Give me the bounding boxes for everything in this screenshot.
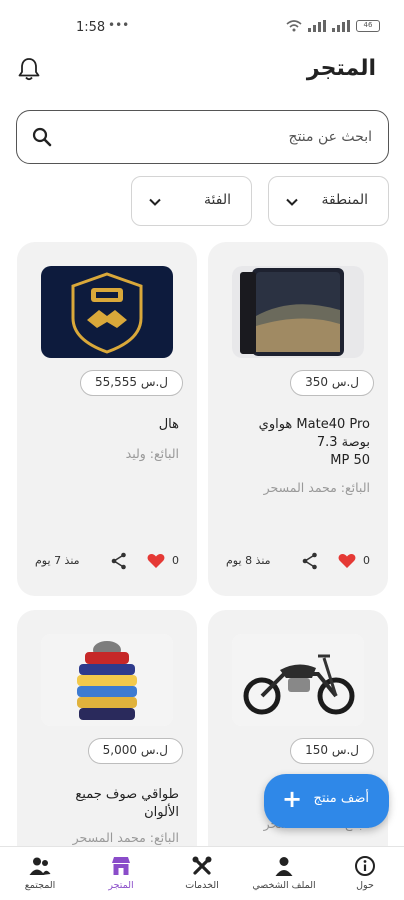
signal-icon-2 [332, 20, 350, 32]
nav-label: حول [356, 880, 374, 891]
signal-icon [308, 20, 326, 32]
posted-since: منذ 7 يوم [35, 554, 80, 567]
nav-label: المتجر [108, 880, 134, 891]
logo-image [41, 266, 173, 358]
notification-bell-icon[interactable] [16, 56, 42, 82]
status-bar: 1:58 ••• 46 [0, 0, 404, 48]
motorcycle-image [232, 634, 364, 726]
nav-label: الملف الشخصي [252, 880, 316, 891]
chevron-down-icon [286, 198, 298, 206]
heart-icon[interactable] [338, 553, 356, 569]
nav-item-about[interactable]: حول [326, 855, 404, 891]
nav-item-store[interactable]: المتجر [82, 855, 160, 891]
page-title: المتجر [306, 56, 376, 81]
product-name-line: هال [158, 417, 179, 432]
product-card[interactable]: ل.س 55,555 هال البائع: وليد 0 منذ 7 يوم [17, 242, 197, 596]
add-product-button[interactable]: أضف منتج + [264, 774, 389, 828]
product-card[interactable]: ل.س 150 البائع: محمد المسحر [208, 610, 388, 870]
add-product-label: أضف منتج [313, 791, 369, 806]
nav-item-services[interactable]: الخدمات [163, 855, 241, 891]
chevron-down-icon [149, 198, 161, 206]
share-icon[interactable] [302, 552, 318, 570]
nav-label: الخدمات [185, 880, 219, 891]
nav-item-community[interactable]: المجتمع [1, 855, 79, 891]
product-name-line: بوصة 7.3 [316, 435, 370, 450]
product-price: ل.س 5,000 [87, 738, 183, 764]
bottom-navigation: حول الملف الشخصي الخدمات المتجر المجتمع [0, 846, 404, 900]
info-icon [355, 856, 375, 876]
product-seller: البائع: وليد [125, 446, 179, 461]
person-icon [275, 857, 293, 876]
product-price: ل.س 350 [290, 370, 374, 396]
product-price: ل.س 150 [290, 738, 374, 764]
like-count: 0 [363, 554, 370, 567]
wifi-icon [286, 20, 302, 32]
nav-label: المجتمع [24, 880, 56, 891]
product-card[interactable]: ل.س 350 Mate40 Pro هواوي بوصة 7.3 50 MP … [208, 242, 388, 596]
region-filter-dropdown[interactable]: المنطقة [268, 176, 389, 226]
nav-item-profile[interactable]: الملف الشخصي [245, 855, 323, 891]
category-filter-dropdown[interactable]: الفئة [131, 176, 252, 226]
region-filter-label: المنطقة [321, 192, 368, 208]
product-price: ل.س 55,555 [80, 370, 183, 396]
product-seller: البائع: محمد المسحر [72, 830, 179, 845]
posted-since: منذ 8 يوم [226, 554, 271, 567]
hats-image [41, 634, 173, 726]
tools-icon [192, 856, 212, 875]
product-meta: 0 منذ 7 يوم [35, 552, 179, 572]
plus-icon: + [282, 785, 303, 813]
phone-image [232, 266, 364, 358]
product-name-line: Mate40 Pro هواوي [258, 417, 370, 432]
like-count: 0 [172, 554, 179, 567]
product-name-line: الألوان [144, 805, 179, 820]
category-filter-label: الفئة [204, 192, 231, 208]
search-input[interactable] [72, 111, 372, 163]
product-name-line: 50 MP [330, 453, 370, 468]
search-box[interactable] [16, 110, 389, 164]
product-seller: البائع: محمد المسحر [263, 480, 370, 495]
status-icons: 46 [286, 20, 380, 32]
product-card[interactable]: ل.س 5,000 طواقي صوف جميع الألوان البائع:… [17, 610, 197, 870]
search-icon[interactable] [31, 126, 53, 148]
store-icon [112, 857, 130, 875]
community-icon [29, 857, 51, 875]
heart-icon[interactable] [147, 553, 165, 569]
product-name-line: طواقي صوف جميع [75, 787, 179, 802]
battery-icon: 46 [356, 20, 380, 32]
notification-dots: ••• [108, 18, 130, 32]
product-meta: 0 منذ 8 يوم [226, 552, 370, 572]
status-time: 1:58 [76, 20, 106, 35]
share-icon[interactable] [111, 552, 127, 570]
